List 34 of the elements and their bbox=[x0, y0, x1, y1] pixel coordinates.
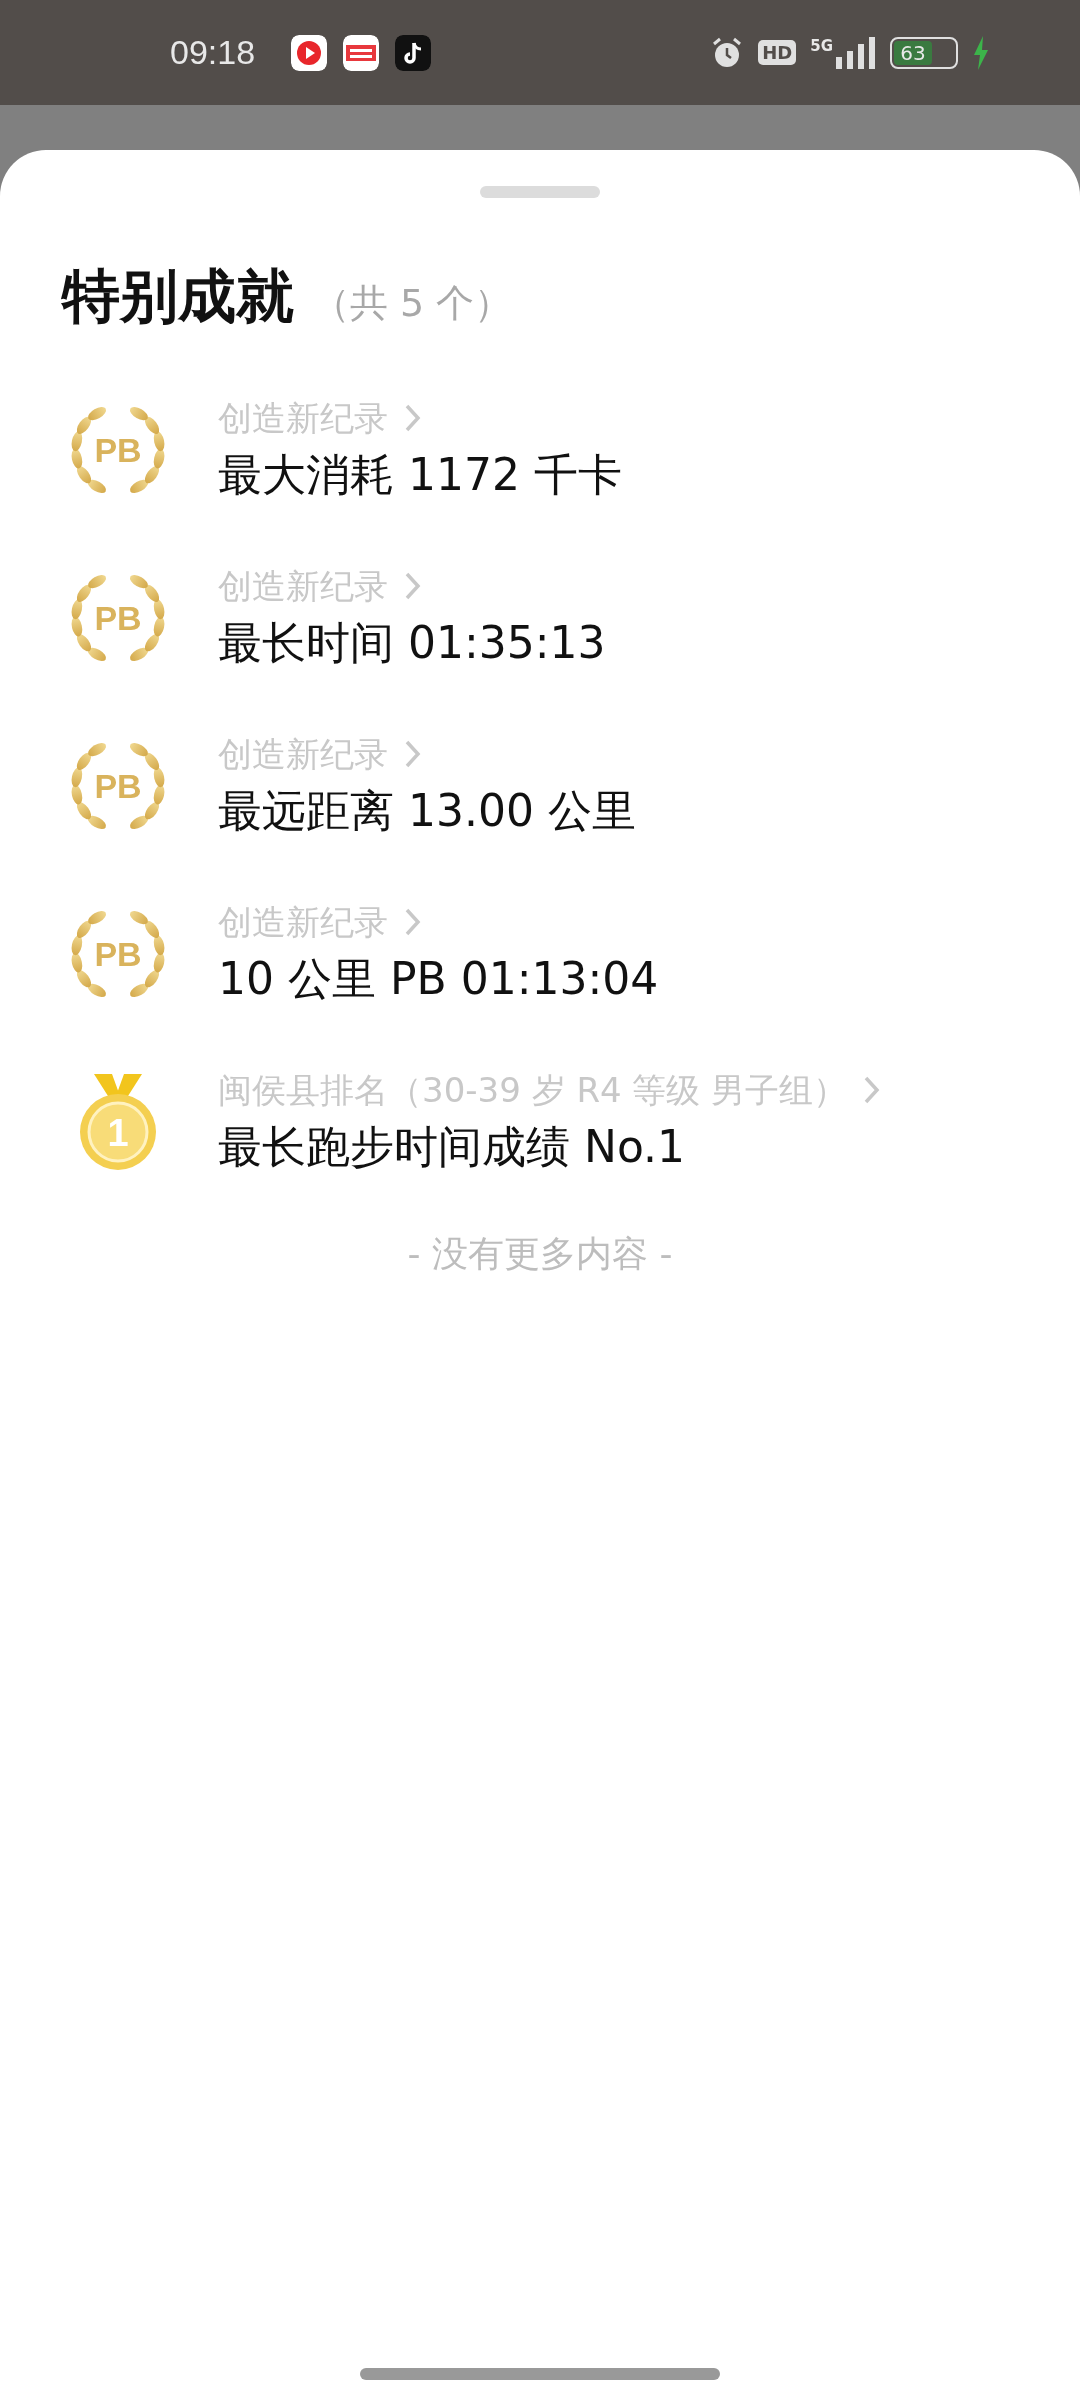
chevron-right-icon[interactable] bbox=[404, 571, 422, 601]
achievement-value: 10 公里 PB 01:13:04 bbox=[218, 952, 659, 1006]
achievement-value: 最远距离 13.00 公里 bbox=[218, 784, 636, 838]
music-note-app-icon bbox=[395, 34, 432, 71]
news-app-icon bbox=[343, 34, 380, 71]
signal-icon bbox=[836, 36, 876, 69]
network-type: 5G bbox=[810, 36, 833, 55]
achievement-count: （共 5 个） bbox=[312, 280, 513, 327]
chevron-right-icon[interactable] bbox=[404, 907, 422, 937]
end-of-list-text: - 没有更多内容 - bbox=[406, 1232, 674, 1276]
charging-bolt-icon bbox=[972, 35, 990, 70]
play-app-icon bbox=[291, 34, 328, 71]
rank-number: 1 bbox=[107, 1112, 129, 1154]
medal-icon bbox=[80, 1074, 156, 1170]
hd-badge: HD bbox=[758, 40, 797, 65]
laurel-wreath-icon bbox=[71, 575, 165, 661]
sheet-title: 特别成就 bbox=[62, 261, 294, 332]
clock-time: 09:18 bbox=[170, 33, 256, 72]
chevron-right-icon[interactable] bbox=[404, 403, 422, 433]
pb-label: PB bbox=[94, 431, 142, 469]
chevron-right-icon[interactable] bbox=[404, 739, 422, 769]
pb-label: PB bbox=[94, 935, 142, 973]
home-indicator[interactable] bbox=[360, 2368, 720, 2380]
pb-label: PB bbox=[94, 767, 142, 805]
achievement-value: 最大消耗 1172 千卡 bbox=[218, 448, 622, 502]
achievement-value: 最长跑步时间成绩 No.1 bbox=[218, 1120, 687, 1174]
laurel-wreath-icon bbox=[71, 407, 165, 493]
drag-handle[interactable] bbox=[480, 186, 600, 198]
battery-level: 63 bbox=[894, 40, 932, 65]
laurel-wreath-icon bbox=[71, 911, 165, 997]
laurel-wreath-icon bbox=[71, 743, 165, 829]
achievement-value: 最长时间 01:35:13 bbox=[218, 616, 606, 670]
chevron-right-icon[interactable] bbox=[863, 1075, 882, 1105]
pb-label: PB bbox=[94, 599, 142, 637]
